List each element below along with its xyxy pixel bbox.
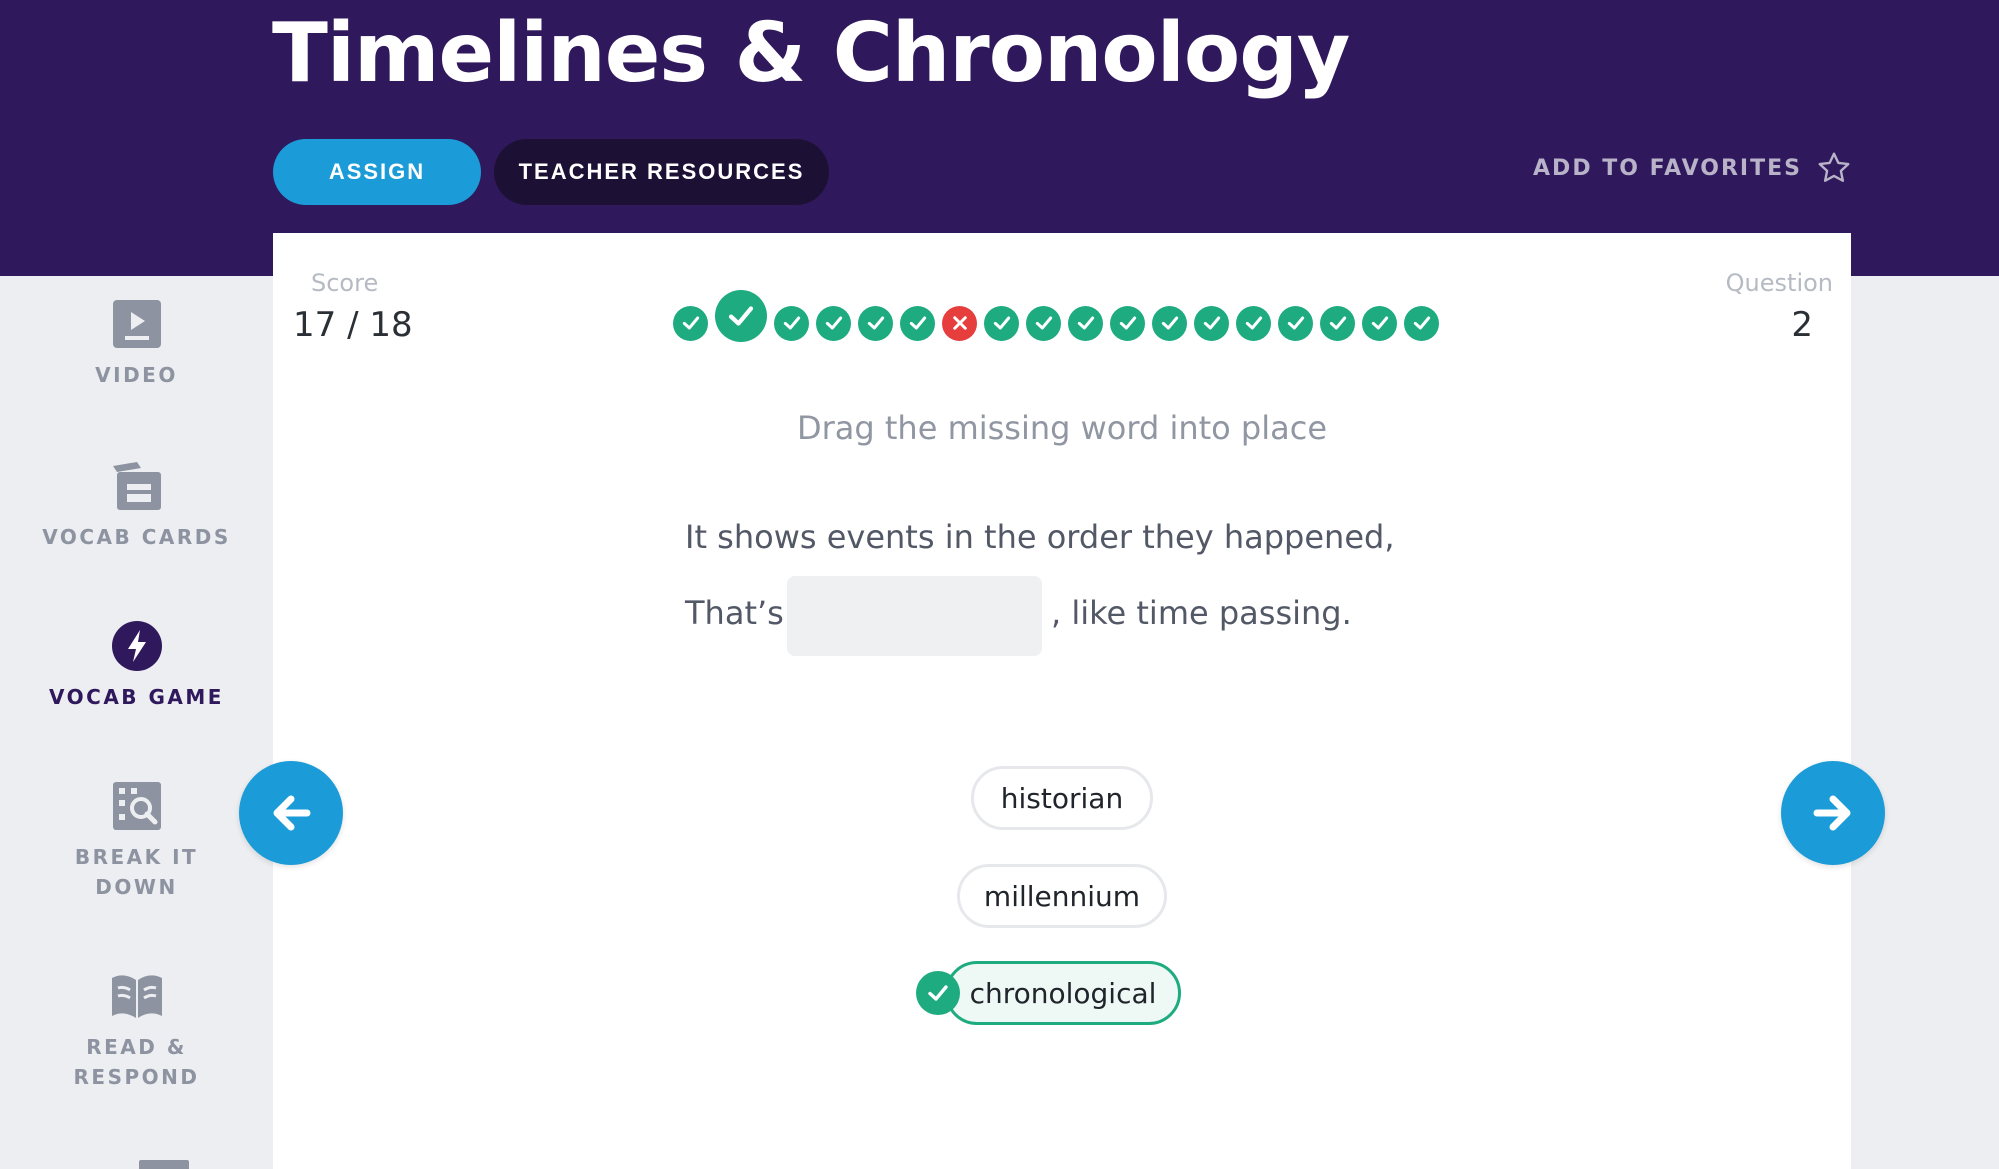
sidebar-item-vocab-game[interactable]: VOCAB GAME	[0, 620, 273, 712]
progress-check-icon	[984, 305, 1019, 341]
assign-button[interactable]: ASSIGN	[273, 139, 481, 205]
sidebar-item-vocab-cards[interactable]: VOCAB CARDS	[0, 460, 273, 552]
arrow-right-icon	[1813, 795, 1851, 831]
progress-check-icon	[1152, 305, 1187, 341]
sentence-line-1: It shows events in the order they happen…	[685, 518, 1395, 556]
progress-check-icon	[1278, 305, 1313, 341]
progress-check-icon	[1110, 305, 1145, 341]
word-choice-chronological[interactable]: chronological	[945, 961, 1181, 1025]
game-card: Score 17 / 18 Question 2 Drag the missin…	[273, 233, 1851, 1169]
sidebar-label-read-respond-line1: READ &	[86, 1035, 187, 1059]
score-value: 17 / 18	[293, 305, 413, 345]
question-label: Question	[1725, 269, 1833, 297]
progress-check-icon	[816, 305, 851, 341]
score-label: Score	[311, 269, 379, 297]
progress-check-icon	[900, 305, 935, 341]
progress-check-icon	[1068, 305, 1103, 341]
add-to-favorites-label: ADD TO FAVORITES	[1533, 155, 1802, 181]
progress-tracker	[673, 290, 1453, 353]
sidebar-next-item-icon	[139, 1160, 189, 1169]
progress-check-icon	[774, 305, 809, 341]
star-icon	[1818, 152, 1850, 182]
progress-check-icon	[1362, 305, 1397, 341]
book-icon	[111, 975, 162, 1018]
sentence-line-2-end: , like time passing.	[1051, 594, 1352, 632]
progress-check-icon	[1194, 305, 1229, 341]
sidebar-item-break-it-down[interactable]: BREAK IT DOWN	[0, 780, 273, 902]
activity-sidebar: VIDEO VOCAB CARDS VOCAB GAME BREAK IT DO…	[0, 276, 273, 1169]
progress-check-icon	[1236, 305, 1271, 341]
sidebar-label-break-it-down-line1: BREAK IT	[74, 845, 199, 869]
arrow-left-icon	[273, 795, 311, 831]
progress-check-icon	[1026, 305, 1061, 341]
page-title: Timelines & Chronology	[272, 6, 1350, 101]
word-choice-historian[interactable]: historian	[971, 766, 1153, 830]
sentence-line-2-start: That’s	[685, 594, 784, 632]
answer-drop-zone[interactable]	[787, 576, 1042, 656]
correct-check-icon	[916, 971, 960, 1015]
sidebar-label-vocab-game: VOCAB GAME	[49, 685, 224, 709]
progress-check-icon	[715, 290, 767, 342]
progress-check-icon	[1404, 305, 1439, 341]
lightning-icon	[111, 621, 162, 671]
sidebar-item-video[interactable]: VIDEO	[0, 298, 273, 390]
sidebar-label-video: VIDEO	[95, 363, 178, 387]
progress-check-icon	[1320, 305, 1355, 341]
sidebar-item-read-respond[interactable]: READ & RESPOND	[0, 970, 273, 1092]
video-icon	[112, 300, 161, 348]
teacher-resources-button[interactable]: TEACHER RESOURCES	[494, 139, 829, 205]
sidebar-label-break-it-down-line2: DOWN	[95, 875, 178, 899]
progress-wrong-icon	[942, 305, 977, 341]
question-number: 2	[1791, 305, 1813, 345]
previous-question-button[interactable]	[239, 761, 343, 865]
progress-check-icon	[673, 305, 708, 341]
sidebar-label-vocab-cards: VOCAB CARDS	[42, 525, 231, 549]
word-choice-millennium[interactable]: millennium	[957, 864, 1167, 928]
vocab-cards-icon	[112, 462, 161, 510]
sidebar-label-read-respond-line2: RESPOND	[73, 1065, 200, 1089]
next-question-button[interactable]	[1781, 761, 1885, 865]
break-it-down-icon	[112, 782, 161, 830]
instruction-text: Drag the missing word into place	[796, 409, 1328, 447]
progress-check-icon	[858, 305, 893, 341]
add-to-favorites-button[interactable]: ADD TO FAVORITES	[1533, 150, 1852, 186]
